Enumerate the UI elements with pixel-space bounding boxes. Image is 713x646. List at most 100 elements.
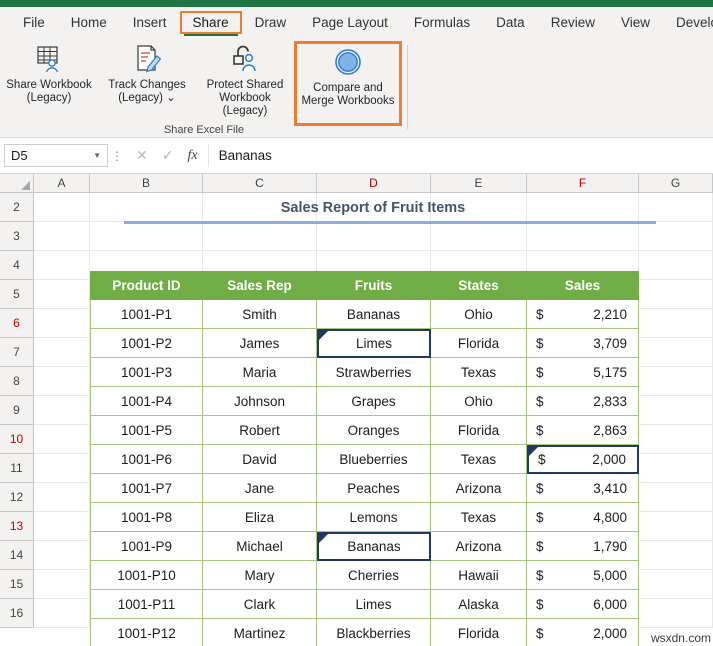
cell-state[interactable]: Alaska [431,590,527,619]
cell-sales-rep[interactable]: Michael [203,532,317,561]
cell-sales[interactable]: $5,000 [527,561,639,590]
ribbon-tab-develo[interactable]: Develo [663,11,713,34]
cell-product-id[interactable]: 1001-P6 [90,445,203,474]
grid-cell[interactable] [34,251,90,280]
grid-cell[interactable] [639,222,713,251]
ribbon-tab-review[interactable]: Review [538,11,608,34]
grid-cell[interactable] [639,309,713,338]
share-workbook-button[interactable]: Share Workbook (Legacy) [0,41,98,119]
cell-product-id[interactable]: 1001-P5 [90,416,203,445]
ribbon-tab-view[interactable]: View [608,11,663,34]
cell-state[interactable]: Texas [431,503,527,532]
cell-sales[interactable]: $2,863 [527,416,639,445]
enter-icon[interactable]: ✓ [162,147,174,164]
cell-sales-rep[interactable]: Eliza [203,503,317,532]
cell-state[interactable]: Florida [431,619,527,646]
column-header-A[interactable]: A [34,174,90,193]
grid-cell[interactable] [34,570,90,599]
cell-sales[interactable]: $1,790 [527,532,639,561]
cell-state[interactable]: Arizona [431,532,527,561]
grid-cell[interactable] [34,599,90,628]
grid-cell[interactable] [639,541,713,570]
grid-cell[interactable] [639,396,713,425]
row-header-4[interactable]: 4 [0,251,34,280]
grid-cell[interactable] [34,512,90,541]
cell-fruit[interactable]: Oranges [317,416,431,445]
grid-cell[interactable] [203,222,317,251]
cell-fruit[interactable]: Grapes [317,387,431,416]
grid-cell[interactable] [639,454,713,483]
cell-state[interactable]: Texas [431,445,527,474]
grid-cell[interactable] [34,425,90,454]
cell-sales[interactable]: $2,000 [527,619,639,646]
protect-shared-workbook-button[interactable]: Protect Shared Workbook (Legacy) [196,41,294,119]
cell-sales[interactable]: $3,709 [527,329,639,358]
cell-state[interactable]: Hawaii [431,561,527,590]
grid-cell[interactable] [34,396,90,425]
grid-cell[interactable] [431,222,527,251]
ribbon-tab-draw[interactable]: Draw [242,11,300,34]
cell-state[interactable]: Texas [431,358,527,387]
more-options-icon[interactable]: ⋮ [108,149,126,163]
grid-cell[interactable] [639,483,713,512]
cell-sales[interactable]: $6,000 [527,590,639,619]
formula-input[interactable]: Bananas [208,144,709,167]
ribbon-tab-page-layout[interactable]: Page Layout [299,11,401,34]
cell-product-id[interactable]: 1001-P3 [90,358,203,387]
column-header-E[interactable]: E [431,174,527,193]
ribbon-tab-data[interactable]: Data [483,11,538,34]
cell-product-id[interactable]: 1001-P4 [90,387,203,416]
cell-sales[interactable]: $4,800 [527,503,639,532]
cell-fruit[interactable]: Blueberries [317,445,431,474]
cell-product-id[interactable]: 1001-P2 [90,329,203,358]
cell-fruit[interactable]: Peaches [317,474,431,503]
grid-cell[interactable] [639,280,713,309]
grid-cell[interactable] [527,222,639,251]
insert-function-icon[interactable]: fx [187,148,197,164]
ribbon-tab-insert[interactable]: Insert [120,11,180,34]
cell-sales-rep[interactable]: Mary [203,561,317,590]
grid-cell[interactable] [34,222,90,251]
grid-cell[interactable] [639,251,713,280]
grid-cell[interactable] [34,367,90,396]
select-all-corner[interactable] [0,174,34,193]
cell-fruit-tracked[interactable]: Limes [317,329,431,358]
grid-cell[interactable] [639,425,713,454]
cell-fruit[interactable]: Limes [317,590,431,619]
grid-cell[interactable] [34,338,90,367]
cell-sales-rep[interactable]: Smith [203,300,317,329]
name-box[interactable]: D5 ▼ [4,144,108,167]
chevron-down-icon[interactable]: ▼ [93,151,101,160]
ribbon-tab-home[interactable]: Home [58,11,120,34]
row-header-13[interactable]: 13 [0,512,34,541]
cell-sales-rep[interactable]: Robert [203,416,317,445]
track-changes-button[interactable]: Track Changes (Legacy) ⌄ [98,41,196,119]
row-header-2[interactable]: 2 [0,193,34,222]
cell-state[interactable]: Ohio [431,387,527,416]
cell-sales[interactable]: $2,833 [527,387,639,416]
cancel-icon[interactable]: ✕ [136,147,148,164]
cell-product-id[interactable]: 1001-P10 [90,561,203,590]
row-header-14[interactable]: 14 [0,541,34,570]
column-header-C[interactable]: C [203,174,317,193]
cell-product-id[interactable]: 1001-P1 [90,300,203,329]
cell-sales-rep[interactable]: Maria [203,358,317,387]
cell-state[interactable]: Florida [431,416,527,445]
row-header-10[interactable]: 10 [0,425,34,454]
grid-cell[interactable] [639,570,713,599]
cell-sales-rep[interactable]: Jane [203,474,317,503]
cell-sales-rep[interactable]: David [203,445,317,474]
cell-sales-rep[interactable]: Johnson [203,387,317,416]
cell-sales[interactable]: $2,210 [527,300,639,329]
cell-fruit[interactable]: Cherries [317,561,431,590]
row-header-5[interactable]: 5 [0,280,34,309]
grid-cell[interactable] [639,599,713,628]
row-header-6[interactable]: 6 [0,309,34,338]
cell-product-id[interactable]: 1001-P8 [90,503,203,532]
cell-sales-rep[interactable]: Clark [203,590,317,619]
cell-state[interactable]: Arizona [431,474,527,503]
grid-cell[interactable] [639,338,713,367]
row-header-12[interactable]: 12 [0,483,34,512]
ribbon-tab-share[interactable]: Share [180,11,242,34]
row-header-15[interactable]: 15 [0,570,34,599]
